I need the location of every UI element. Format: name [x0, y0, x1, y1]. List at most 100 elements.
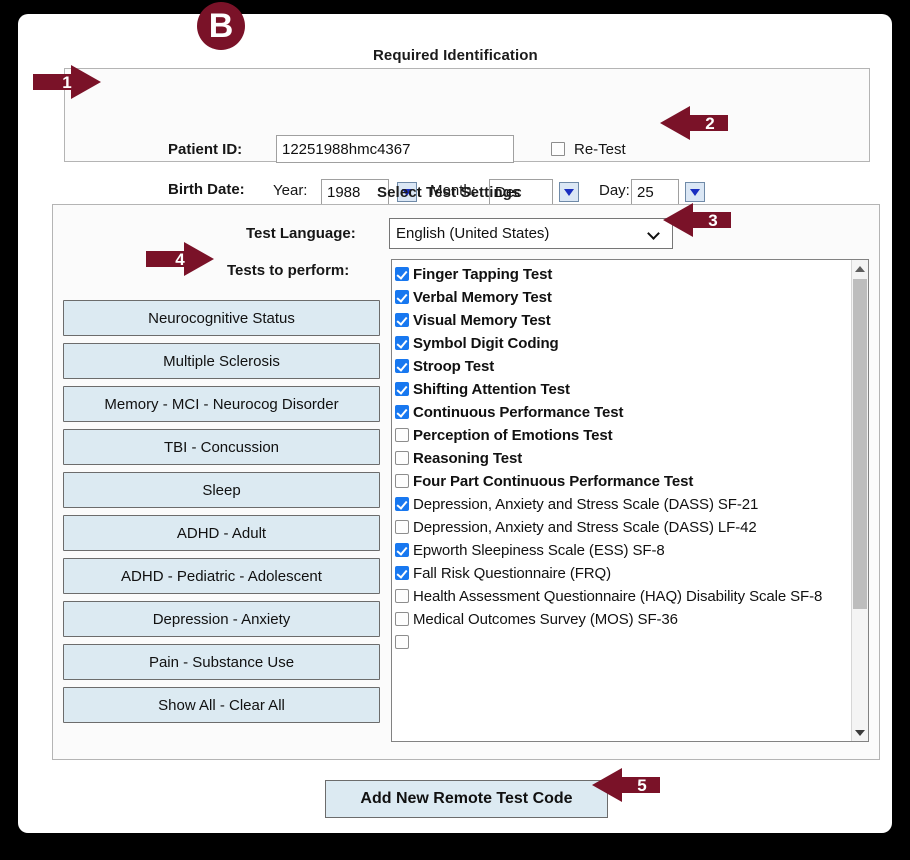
checkbox-checked-icon[interactable] — [395, 336, 409, 350]
month-dropdown-arrow-button[interactable] — [559, 182, 579, 202]
test-category-button[interactable]: ADHD - Pediatric - Adolescent — [63, 558, 380, 594]
callout-arrow-1: 1 — [33, 65, 101, 99]
retest-checkbox[interactable] — [551, 142, 565, 156]
test-list-item[interactable]: Shifting Attention Test — [394, 379, 851, 402]
screenshot-root: Required Identification Patient ID: Re-T… — [0, 0, 910, 860]
arrow-right-icon — [33, 65, 101, 99]
scrollbar-thumb[interactable] — [853, 279, 867, 609]
tests-list-scrollbar[interactable] — [851, 260, 868, 741]
test-category-button[interactable]: Depression - Anxiety — [63, 601, 380, 637]
test-list-item[interactable]: Stroop Test — [394, 356, 851, 379]
checkbox-checked-icon[interactable] — [395, 543, 409, 557]
test-language-select[interactable]: English (United States) — [389, 218, 673, 249]
retest-label: Re-Test — [574, 141, 626, 158]
test-list-item-label: Reasoning Test — [413, 450, 523, 467]
tests-to-perform-label: Tests to perform: — [227, 262, 350, 279]
test-list-item[interactable]: Symbol Digit Coding — [394, 333, 851, 356]
test-list-item-label: Four Part Continuous Performance Test — [413, 473, 694, 490]
arrow-left-icon — [663, 203, 731, 237]
callout-arrow-5: 5 — [592, 768, 660, 802]
select-test-settings-legend: Select Test Settings — [377, 184, 521, 201]
tests-to-perform-listbox[interactable]: Finger Tapping Test Verbal Memory Test Vis… — [391, 259, 869, 742]
test-category-button[interactable]: Multiple Sclerosis — [63, 343, 380, 379]
patient-id-label: Patient ID: — [168, 141, 243, 158]
test-list-item-label: Depression, Anxiety and Stress Scale (DA… — [413, 496, 759, 513]
test-list-item[interactable]: Depression, Anxiety and Stress Scale (DA… — [394, 494, 851, 517]
checkbox-unchecked-icon[interactable] — [395, 474, 409, 488]
test-list-item-label: Depression, Anxiety and Stress Scale (DA… — [413, 519, 757, 536]
triangle-up-icon — [855, 265, 865, 272]
test-list-item-label: Verbal Memory Test — [413, 289, 552, 306]
add-new-remote-test-code-button[interactable]: Add New Remote Test Code — [325, 780, 608, 818]
test-list-item[interactable]: Verbal Memory Test — [394, 287, 851, 310]
checkbox-unchecked-icon[interactable] — [395, 428, 409, 442]
checkbox-checked-icon[interactable] — [395, 359, 409, 373]
test-list-item-partial[interactable] — [394, 632, 851, 655]
test-list-item-label: Symbol Digit Coding — [413, 335, 559, 352]
test-category-button[interactable]: Sleep — [63, 472, 380, 508]
test-language-selected-value: English (United States) — [396, 225, 550, 242]
checkbox-unchecked-icon[interactable] — [395, 451, 409, 465]
page-sheet: Required Identification Patient ID: Re-T… — [18, 14, 892, 833]
scrollbar-down-button[interactable] — [852, 724, 868, 741]
test-category-button[interactable]: Neurocognitive Status — [63, 300, 380, 336]
callout-arrow-4: 4 — [146, 242, 214, 276]
triangle-down-icon — [690, 188, 700, 196]
tests-list-items: Finger Tapping Test Verbal Memory Test Vis… — [392, 260, 851, 741]
test-list-item-label: Shifting Attention Test — [413, 381, 570, 398]
test-list-item-label: Medical Outcomes Survey (MOS) SF-36 — [413, 611, 678, 628]
test-list-item[interactable]: Fall Risk Questionnaire (FRQ) — [394, 563, 851, 586]
test-category-button[interactable]: Show All - Clear All — [63, 687, 380, 723]
test-list-item-label: Finger Tapping Test — [413, 266, 553, 283]
callout-arrow-3: 3 — [663, 203, 731, 237]
test-list-item-label: Visual Memory Test — [413, 312, 551, 329]
test-category-button[interactable]: Memory - MCI - Neurocog Disorder — [63, 386, 380, 422]
checkbox-checked-icon[interactable] — [395, 382, 409, 396]
triangle-down-icon — [564, 188, 574, 196]
day-label: Day: — [599, 182, 630, 199]
checkbox-unchecked-icon[interactable] — [395, 520, 409, 534]
checkbox-checked-icon[interactable] — [395, 290, 409, 304]
arrow-right-icon — [146, 242, 214, 276]
scrollbar-up-button[interactable] — [852, 260, 868, 277]
test-list-item[interactable]: Depression, Anxiety and Stress Scale (DA… — [394, 517, 851, 540]
test-list-item-label: Continuous Performance Test — [413, 404, 624, 421]
checkbox-checked-icon[interactable] — [395, 267, 409, 281]
required-identification-legend: Required Identification — [373, 47, 538, 64]
checkbox-checked-icon[interactable] — [395, 405, 409, 419]
patient-id-input[interactable] — [276, 135, 514, 163]
test-list-item[interactable]: Four Part Continuous Performance Test — [394, 471, 851, 494]
required-identification-panel: Patient ID: Re-Test Birth Date: Year: Mo… — [64, 68, 870, 205]
day-dropdown-arrow-button[interactable] — [685, 182, 705, 202]
test-list-item[interactable]: Continuous Performance Test — [394, 402, 851, 425]
year-label: Year: — [273, 182, 308, 199]
checkbox-checked-icon[interactable] — [395, 497, 409, 511]
test-list-item[interactable]: Visual Memory Test — [394, 310, 851, 333]
test-list-item[interactable]: Perception of Emotions Test — [394, 425, 851, 448]
test-list-item[interactable]: Finger Tapping Test — [394, 264, 851, 287]
test-list-item-label: Epworth Sleepiness Scale (ESS) SF-8 — [413, 542, 665, 559]
test-list-item[interactable]: Medical Outcomes Survey (MOS) SF-36 — [394, 609, 851, 632]
test-category-button[interactable]: Pain - Substance Use — [63, 644, 380, 680]
checkbox-unchecked-icon[interactable] — [395, 635, 409, 649]
triangle-down-icon — [855, 729, 865, 736]
checkbox-checked-icon[interactable] — [395, 313, 409, 327]
test-list-item[interactable]: Epworth Sleepiness Scale (ESS) SF-8 — [394, 540, 851, 563]
test-list-item-label: Health Assessment Questionnaire (HAQ) Di… — [413, 588, 823, 605]
test-list-item-label: Stroop Test — [413, 358, 495, 375]
arrow-left-icon — [660, 106, 728, 140]
test-category-button[interactable]: ADHD - Adult — [63, 515, 380, 551]
test-list-item[interactable]: Health Assessment Questionnaire (HAQ) Di… — [394, 586, 851, 609]
test-category-button-group: Neurocognitive Status Multiple Sclerosis M… — [63, 300, 380, 730]
test-category-button[interactable]: TBI - Concussion — [63, 429, 380, 465]
checkbox-checked-icon[interactable] — [395, 566, 409, 580]
checkbox-unchecked-icon[interactable] — [395, 589, 409, 603]
birth-date-label: Birth Date: — [168, 181, 245, 198]
test-list-item-label: Fall Risk Questionnaire (FRQ) — [413, 565, 611, 582]
test-list-item[interactable]: Reasoning Test — [394, 448, 851, 471]
checkbox-unchecked-icon[interactable] — [395, 612, 409, 626]
birth-day-input[interactable] — [631, 179, 679, 205]
badge-b: B — [197, 2, 245, 50]
callout-arrow-2: 2 — [660, 106, 728, 140]
test-language-label: Test Language: — [246, 225, 356, 242]
